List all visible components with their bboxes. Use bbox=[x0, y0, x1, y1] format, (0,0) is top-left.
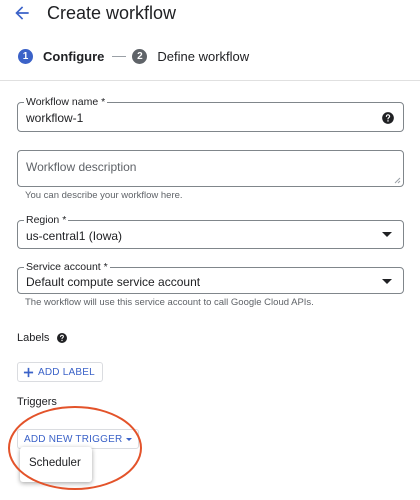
add-label-text: ADD LABEL bbox=[38, 366, 95, 378]
dropdown-arrow-icon[interactable] bbox=[382, 232, 392, 237]
help-icon[interactable] bbox=[56, 332, 68, 344]
region-label: Region * bbox=[24, 214, 69, 226]
workflow-description-field[interactable]: Workflow description bbox=[17, 150, 404, 187]
region-select[interactable]: Region * us-central1 (Iowa) bbox=[17, 214, 404, 249]
trigger-menu: Scheduler bbox=[20, 447, 92, 482]
header: Create workflow bbox=[0, 0, 420, 30]
step-2-number: 2 bbox=[132, 48, 148, 64]
add-new-trigger-text: ADD NEW TRIGGER bbox=[24, 433, 123, 445]
stepper: 1 Configure 2 Define workflow bbox=[18, 46, 249, 66]
page-title: Create workflow bbox=[47, 3, 177, 23]
workflow-description-hint: You can describe your workflow here. bbox=[25, 190, 183, 201]
add-label-button[interactable]: ADD LABEL bbox=[17, 362, 103, 382]
workflow-name-field[interactable]: Workflow name * workflow-1 bbox=[17, 96, 404, 132]
service-account-label: Service account * bbox=[24, 261, 110, 273]
help-icon[interactable] bbox=[381, 111, 395, 125]
caret-down-icon bbox=[126, 437, 133, 441]
region-value: us-central1 (Iowa) bbox=[26, 229, 123, 243]
workflow-description-placeholder: Workflow description bbox=[26, 160, 137, 174]
service-account-value: Default compute service account bbox=[26, 275, 201, 289]
labels-heading: Labels bbox=[17, 332, 50, 344]
step-1-label[interactable]: Configure bbox=[43, 49, 104, 64]
step-2-label[interactable]: Define workflow bbox=[157, 49, 249, 64]
workflow-name-value[interactable]: workflow-1 bbox=[26, 111, 83, 125]
add-new-trigger-button[interactable]: ADD NEW TRIGGER bbox=[17, 429, 140, 449]
workflow-name-label: Workflow name * bbox=[24, 96, 108, 108]
service-account-hint: The workflow will use this service accou… bbox=[25, 297, 314, 308]
resize-grip-icon[interactable] bbox=[393, 176, 401, 184]
header-divider bbox=[0, 80, 420, 81]
menu-item-scheduler[interactable]: Scheduler bbox=[29, 457, 81, 469]
step-1-number: 1 bbox=[18, 48, 33, 64]
service-account-select[interactable]: Service account * Default compute servic… bbox=[17, 261, 404, 294]
step-connector bbox=[112, 55, 127, 57]
plus-icon bbox=[23, 367, 34, 377]
arrow-back-icon[interactable] bbox=[12, 3, 32, 23]
triggers-heading: Triggers bbox=[17, 396, 57, 408]
dropdown-arrow-icon[interactable] bbox=[382, 279, 392, 284]
